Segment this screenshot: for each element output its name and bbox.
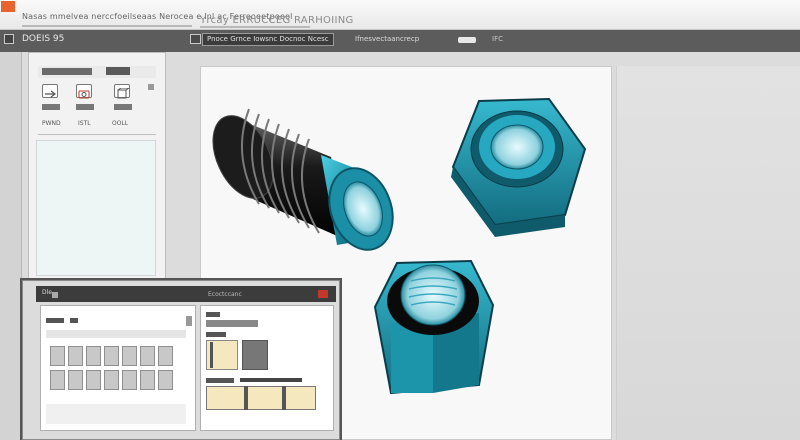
tool-row-icon[interactable] <box>114 104 132 110</box>
hex-nut-part[interactable] <box>451 97 587 237</box>
hex-nut-part[interactable] <box>373 259 495 395</box>
app-logo-icon <box>1 1 15 12</box>
menu-icon[interactable] <box>4 34 14 44</box>
thumbnail[interactable] <box>50 346 65 366</box>
detail-bar <box>206 320 258 327</box>
tool-label: OOLL <box>112 120 129 127</box>
thumbnail[interactable] <box>122 370 137 390</box>
panel-divider <box>38 134 156 135</box>
thumbnail[interactable] <box>158 370 173 390</box>
material-swatch[interactable] <box>242 340 268 370</box>
tool-row-icon[interactable] <box>76 104 94 110</box>
tree-view[interactable] <box>36 140 156 276</box>
thumbnail[interactable] <box>68 370 83 390</box>
inset-toolbar-item[interactable] <box>46 318 64 323</box>
swatch-stripe <box>244 386 248 410</box>
scroll-icon[interactable] <box>186 316 192 326</box>
thumbnail[interactable] <box>104 370 119 390</box>
tool-label: ISTL <box>78 120 91 127</box>
tool-more-icon[interactable] <box>148 84 154 90</box>
cube-tool-icon[interactable] <box>114 84 131 99</box>
thumbnail[interactable] <box>86 346 101 366</box>
material-strip[interactable] <box>206 386 316 410</box>
title-divider <box>200 26 310 28</box>
thumbnail[interactable] <box>140 370 155 390</box>
thumbnail[interactable] <box>68 346 83 366</box>
thumbnail[interactable] <box>50 370 65 390</box>
toolbar-toggle[interactable] <box>458 37 476 43</box>
inset-app-icon <box>52 292 58 298</box>
inset-header-row <box>46 330 186 338</box>
panel-title-bar <box>42 68 92 75</box>
swatch-stripe <box>210 342 213 368</box>
breadcrumb[interactable]: Pnoce Grnce Iowsnc Docnoc Ncesc <box>202 33 334 46</box>
tool-row-icon[interactable] <box>42 104 60 110</box>
right-pane <box>616 66 800 440</box>
inset-footer <box>46 404 186 424</box>
thumbnail[interactable] <box>104 346 119 366</box>
swatch-stripe <box>282 386 286 410</box>
inset-subtitle: Ecoctccanc <box>208 291 242 298</box>
title-divider <box>22 25 192 27</box>
window-subtitle: Yrcay ERRUCCEG RARHOIING <box>200 15 354 26</box>
detail-bar <box>240 378 302 382</box>
toolbar-label: Ifnesvectaancrecp <box>355 35 420 43</box>
detail-label <box>206 378 234 383</box>
inset-title: Dle <box>42 289 52 296</box>
thumbnail[interactable] <box>158 346 173 366</box>
threaded-sleeve-part[interactable] <box>201 106 404 259</box>
close-icon[interactable] <box>318 290 328 298</box>
inset-title-bar <box>36 286 336 302</box>
tool-label: PWND <box>42 120 61 127</box>
panel-button[interactable] <box>106 67 130 75</box>
camera-tool-icon[interactable] <box>76 84 92 99</box>
toolbar-right-label[interactable]: IFC <box>492 35 503 43</box>
thumbnail[interactable] <box>122 346 137 366</box>
document-name[interactable]: DOEIS 95 <box>22 34 64 44</box>
thumbnail[interactable] <box>86 370 101 390</box>
panel-toggle-icon[interactable] <box>190 34 201 44</box>
left-rail <box>0 52 22 440</box>
inset-toolbar-item[interactable] <box>70 318 78 323</box>
arrow-tool-icon[interactable] <box>42 84 58 98</box>
detail-label <box>206 332 226 337</box>
thumbnail[interactable] <box>140 346 155 366</box>
detail-label <box>206 312 220 317</box>
